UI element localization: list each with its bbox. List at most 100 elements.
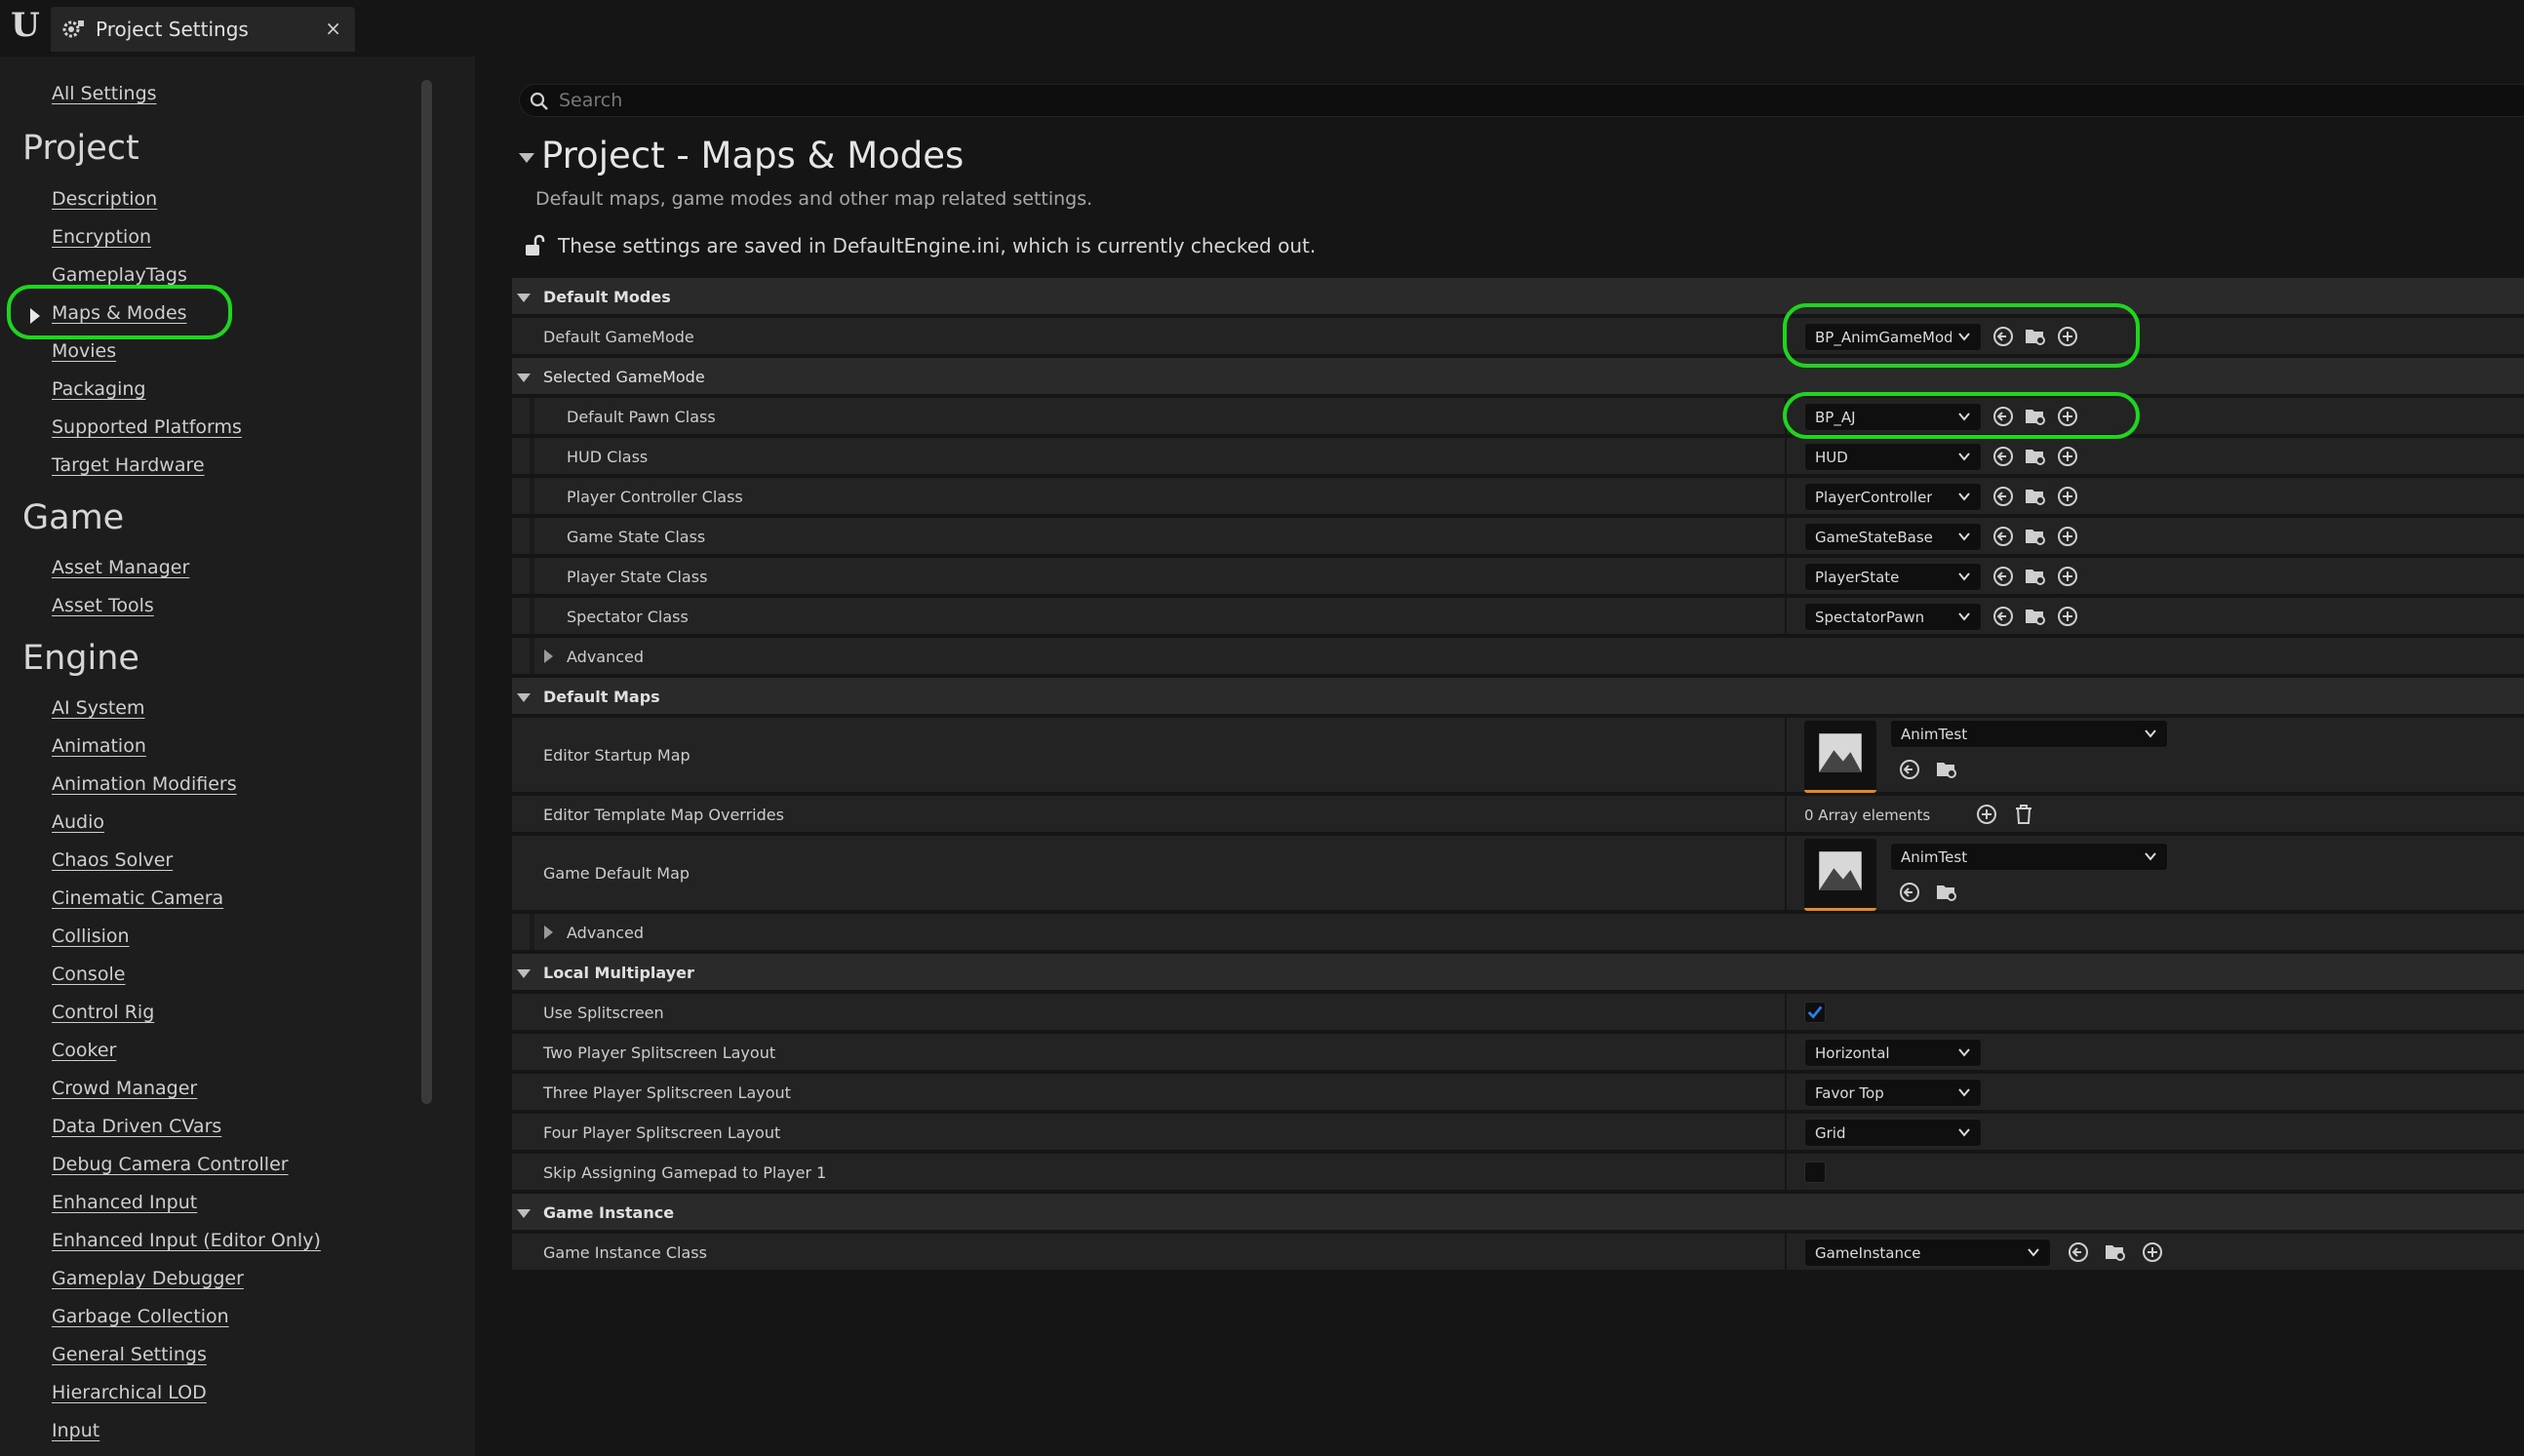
column-divider[interactable]: [1785, 598, 1787, 634]
nav-item-general-settings[interactable]: General Settings: [52, 1344, 207, 1365]
reset-to-default-icon[interactable]: [1992, 605, 2015, 628]
folder-browse-icon[interactable]: [2024, 485, 2047, 508]
map-thumbnail[interactable]: [1804, 721, 1876, 793]
two-player-layout-dropdown[interactable]: Horizontal: [1804, 1039, 1982, 1067]
nav-item-movies[interactable]: Movies: [52, 340, 116, 362]
reset-to-default-icon[interactable]: [1992, 325, 2015, 348]
reset-to-default-icon[interactable]: [1992, 405, 2015, 428]
column-divider[interactable]: [1785, 1074, 1787, 1110]
column-divider[interactable]: [1785, 438, 1787, 474]
nav-item-animation-modifiers[interactable]: Animation Modifiers: [52, 773, 237, 795]
player-state-class-dropdown[interactable]: PlayerState: [1804, 563, 1982, 591]
column-divider[interactable]: [1785, 1034, 1787, 1070]
reset-to-default-icon[interactable]: [1898, 881, 1921, 904]
plus-circle-icon[interactable]: [2056, 605, 2079, 628]
expand-arrow-icon[interactable]: [544, 925, 553, 939]
nav-item-collision[interactable]: Collision: [52, 925, 130, 947]
search-bar[interactable]: [519, 84, 2524, 117]
nav-item-garbage-collection[interactable]: Garbage Collection: [52, 1306, 229, 1327]
folder-browse-icon[interactable]: [1935, 758, 1958, 781]
plus-circle-icon[interactable]: [2056, 485, 2079, 508]
reset-to-default-icon[interactable]: [1992, 565, 2015, 588]
nav-item-enhanced-input[interactable]: Enhanced Input: [52, 1192, 197, 1213]
reset-to-default-icon[interactable]: [1992, 525, 2015, 548]
collapse-arrow-icon[interactable]: [517, 693, 531, 702]
folder-browse-icon[interactable]: [2104, 1240, 2127, 1264]
reset-to-default-icon[interactable]: [1992, 485, 2015, 508]
plus-circle-icon[interactable]: [2056, 445, 2079, 468]
plus-circle-icon[interactable]: [2056, 565, 2079, 588]
reset-to-default-icon[interactable]: [2067, 1240, 2090, 1264]
category-game-instance[interactable]: Game Instance: [512, 1194, 2524, 1232]
category-local-multiplayer[interactable]: Local Multiplayer: [512, 954, 2524, 992]
editor-startup-map-dropdown[interactable]: AnimTest: [1890, 720, 2168, 748]
folder-browse-icon[interactable]: [2024, 325, 2047, 348]
pawn-class-dropdown[interactable]: BP_AJ: [1804, 403, 1982, 431]
nav-item-enhanced-input-editor[interactable]: Enhanced Input (Editor Only): [52, 1230, 321, 1251]
reset-to-default-icon[interactable]: [1992, 445, 2015, 468]
close-icon[interactable]: ×: [325, 17, 341, 40]
category-default-modes[interactable]: Default Modes: [512, 278, 2524, 316]
row-advanced-maps[interactable]: Advanced: [512, 914, 2524, 952]
nav-item-crowd-manager[interactable]: Crowd Manager: [52, 1078, 197, 1099]
nav-item-cooker[interactable]: Cooker: [52, 1040, 116, 1061]
game-state-class-dropdown[interactable]: GameStateBase: [1804, 523, 1982, 551]
nav-item-audio[interactable]: Audio: [52, 811, 104, 833]
row-advanced-modes[interactable]: Advanced: [512, 638, 2524, 676]
map-thumbnail[interactable]: [1804, 839, 1876, 911]
plus-circle-icon[interactable]: [2056, 525, 2079, 548]
spectator-class-dropdown[interactable]: SpectatorPawn: [1804, 603, 1982, 631]
column-divider[interactable]: [1785, 558, 1787, 594]
search-input[interactable]: [559, 87, 2412, 114]
column-divider[interactable]: [1785, 1154, 1787, 1190]
nav-item-ai-system[interactable]: AI System: [52, 697, 145, 719]
four-player-layout-dropdown[interactable]: Grid: [1804, 1119, 1982, 1147]
collapse-arrow-icon[interactable]: [517, 374, 531, 382]
collapse-arrow-icon[interactable]: [517, 1209, 531, 1218]
hud-class-dropdown[interactable]: HUD: [1804, 443, 1982, 471]
nav-all-settings[interactable]: All Settings: [52, 83, 157, 104]
column-divider[interactable]: [1785, 796, 1787, 832]
expand-arrow-icon[interactable]: [544, 649, 553, 663]
nav-item-gameplaytags[interactable]: GameplayTags: [52, 264, 187, 286]
category-selected-gamemode[interactable]: Selected GameMode: [512, 358, 2524, 396]
folder-browse-icon[interactable]: [2024, 405, 2047, 428]
nav-item-data-driven-cvars[interactable]: Data Driven CVars: [52, 1116, 221, 1137]
nav-item-console[interactable]: Console: [52, 964, 125, 985]
skip-gamepad-checkbox[interactable]: [1804, 1161, 1826, 1183]
nav-item-input[interactable]: Input: [52, 1420, 99, 1441]
use-splitscreen-checkbox[interactable]: [1804, 1002, 1826, 1023]
plus-circle-icon[interactable]: [2141, 1240, 2164, 1264]
nav-item-description[interactable]: Description: [52, 188, 157, 210]
gamemode-dropdown[interactable]: BP_AnimGameMode: [1804, 323, 1982, 351]
trash-icon[interactable]: [2012, 803, 2035, 826]
nav-item-encryption[interactable]: Encryption: [52, 226, 151, 248]
nav-item-hierarchical-lod[interactable]: Hierarchical LOD: [52, 1382, 207, 1403]
column-divider[interactable]: [1785, 718, 1787, 792]
column-divider[interactable]: [1785, 1234, 1787, 1270]
column-divider[interactable]: [1785, 478, 1787, 514]
sidebar-scrollbar[interactable]: [421, 80, 432, 1104]
column-divider[interactable]: [1785, 318, 1787, 354]
nav-item-debug-camera-controller[interactable]: Debug Camera Controller: [52, 1154, 289, 1175]
column-divider[interactable]: [1785, 398, 1787, 434]
nav-item-maps-modes[interactable]: Maps & Modes: [52, 302, 187, 324]
nav-item-target-hardware[interactable]: Target Hardware: [52, 454, 205, 476]
category-default-maps[interactable]: Default Maps: [512, 678, 2524, 716]
column-divider[interactable]: [1785, 836, 1787, 910]
folder-browse-icon[interactable]: [2024, 445, 2047, 468]
nav-item-asset-manager[interactable]: Asset Manager: [52, 557, 189, 578]
plus-circle-icon[interactable]: [2056, 405, 2079, 428]
nav-item-gameplay-debugger[interactable]: Gameplay Debugger: [52, 1268, 244, 1289]
nav-item-chaos-solver[interactable]: Chaos Solver: [52, 849, 173, 871]
collapse-arrow-icon[interactable]: [519, 153, 534, 163]
nav-item-supported-platforms[interactable]: Supported Platforms: [52, 416, 242, 438]
three-player-layout-dropdown[interactable]: Favor Top: [1804, 1079, 1982, 1107]
folder-browse-icon[interactable]: [2024, 565, 2047, 588]
nav-item-packaging[interactable]: Packaging: [52, 378, 145, 400]
column-divider[interactable]: [1785, 518, 1787, 554]
nav-item-asset-tools[interactable]: Asset Tools: [52, 595, 154, 616]
plus-circle-icon[interactable]: [2056, 325, 2079, 348]
collapse-arrow-icon[interactable]: [517, 294, 531, 302]
folder-browse-icon[interactable]: [2024, 605, 2047, 628]
